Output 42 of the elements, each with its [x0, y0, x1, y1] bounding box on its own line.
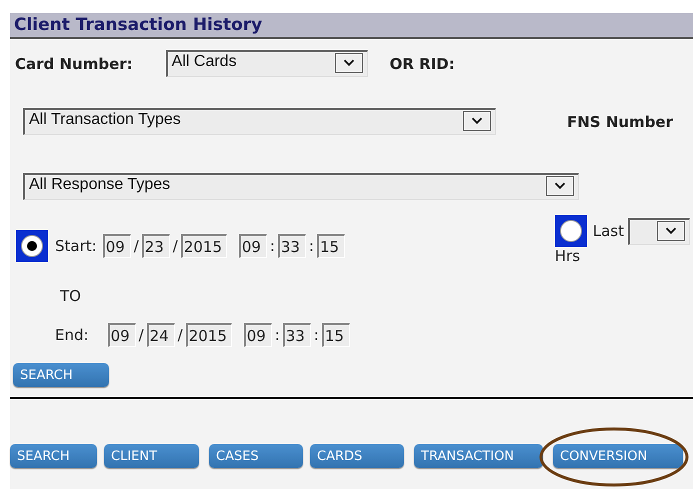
date-time-field[interactable]: 15: [322, 323, 350, 347]
hours-label: Hrs: [554, 247, 582, 265]
separator: /: [134, 237, 139, 255]
date-time-field[interactable]: 15: [316, 234, 345, 258]
date-time-field[interactable]: 24: [146, 323, 175, 347]
nav-button[interactable]: SEARCH: [10, 444, 97, 468]
nav-button[interactable]: CASES: [209, 444, 303, 468]
dropdown[interactable]: All Response Types: [23, 173, 579, 200]
start-label: Start:: [55, 237, 97, 255]
nav-button[interactable]: TRANSACTION: [414, 444, 543, 468]
date-time-field[interactable]: 09: [244, 323, 272, 347]
date-time-field[interactable]: 33: [278, 234, 306, 258]
fns-number-label: FNS Number: [567, 112, 673, 130]
date-time-field[interactable]: 09: [102, 234, 131, 258]
separator: /: [172, 237, 178, 255]
date-time-field[interactable]: 09: [238, 234, 267, 258]
separator: :: [308, 237, 314, 255]
rid-label: OR RID:: [390, 54, 455, 72]
separator: :: [274, 326, 280, 344]
card-number-label: Card Number:: [15, 54, 133, 72]
date-time-field[interactable]: 23: [142, 234, 170, 258]
end-label: End:: [55, 326, 89, 344]
page-title: Client Transaction History: [14, 15, 262, 35]
nav-button[interactable]: CLIENT: [104, 444, 199, 468]
dropdown[interactable]: All Transaction Types: [23, 108, 496, 135]
year-field[interactable]: 2015: [186, 323, 232, 347]
date-time-field[interactable]: 33: [282, 323, 311, 347]
separator: /: [138, 326, 144, 344]
year-field[interactable]: 2015: [180, 234, 227, 258]
start-radio[interactable]: [16, 230, 48, 262]
date-time-field[interactable]: 09: [108, 323, 136, 347]
dropdown[interactable]: [628, 218, 690, 244]
nav-button[interactable]: CONVERSION: [553, 444, 683, 468]
search-button[interactable]: SEARCH: [13, 363, 109, 387]
to-label: TO: [60, 287, 81, 305]
separator: :: [270, 237, 275, 255]
last-label: Last: [592, 222, 624, 240]
last-hours-radio[interactable]: [554, 215, 587, 247]
separator: :: [314, 326, 319, 344]
dropdown[interactable]: All Cards: [166, 50, 368, 77]
separator: /: [178, 326, 183, 344]
nav-button[interactable]: CARDS: [310, 444, 404, 468]
